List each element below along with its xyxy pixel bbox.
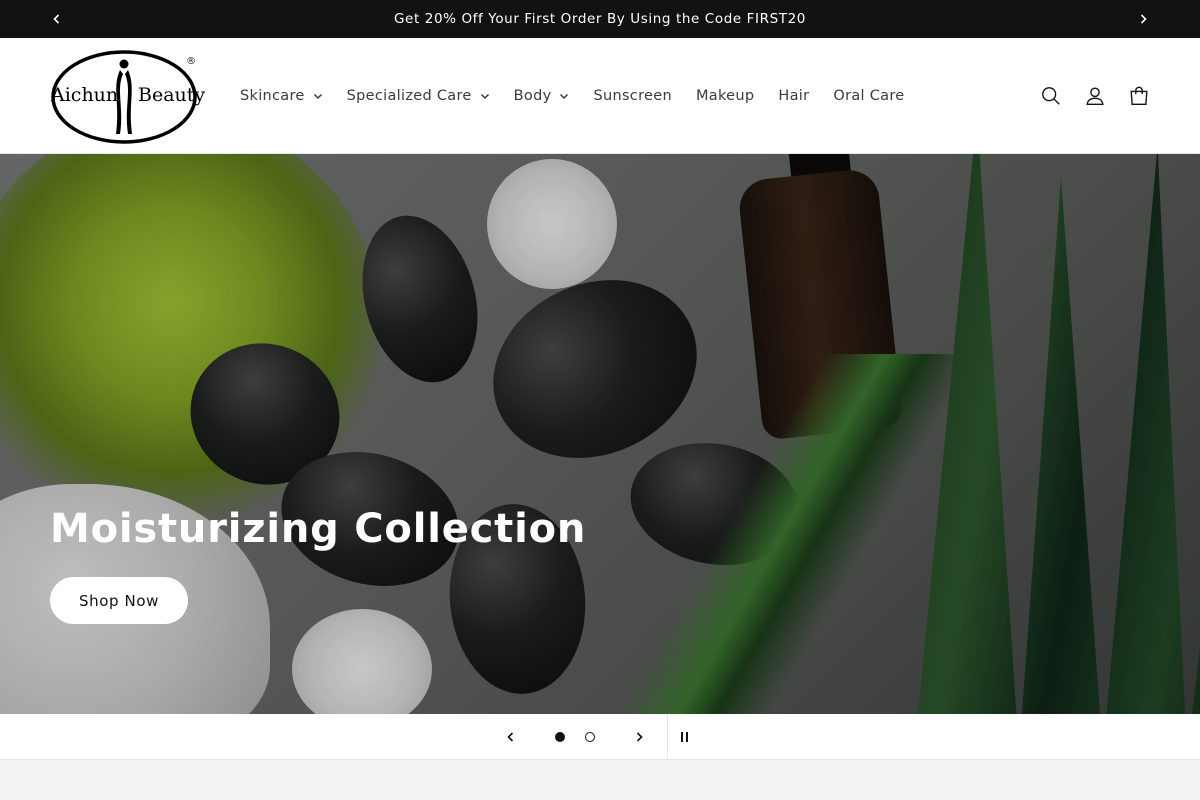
pause-icon (685, 732, 688, 742)
account-icon (1086, 87, 1104, 105)
nav-item-label: Sunscreen (593, 88, 672, 104)
nav-item-label: Oral Care (833, 88, 905, 104)
pause-slideshow-button[interactable] (670, 714, 698, 760)
chevron-down-icon (313, 93, 322, 100)
hero-title: Moisturizing Collection (50, 506, 587, 552)
chevron-down-icon (560, 93, 569, 100)
nav-item-specialized-care[interactable]: Specialized Care (335, 88, 502, 104)
announcement-prev-button[interactable] (42, 0, 72, 38)
chevron-left-icon (507, 732, 514, 742)
nav-item-label: Specialized Care (346, 88, 472, 104)
chevron-down-icon (480, 93, 489, 100)
header-actions (1036, 38, 1154, 154)
announcement-bar: Get 20% Off Your First Order By Using th… (0, 0, 1200, 38)
logo-word-right: Beauty (138, 84, 206, 106)
site-header: Aichun Beauty ® Skincare Specialized Car… (0, 38, 1200, 154)
logo-registered-mark: ® (186, 56, 196, 67)
chevron-left-icon (53, 14, 60, 24)
cart-button[interactable] (1124, 81, 1154, 111)
previous-slide-button[interactable] (496, 714, 526, 760)
next-section (0, 760, 1200, 800)
nav-item-label: Body (513, 88, 552, 104)
nav-item-skincare[interactable]: Skincare (228, 88, 335, 104)
nav-item-hair[interactable]: Hair (766, 88, 821, 104)
announcement-text[interactable]: Get 20% Off Your First Order By Using th… (394, 11, 806, 27)
controls-divider (667, 714, 668, 760)
main-nav: Skincare Specialized Care Body Sunscreen… (228, 38, 917, 154)
next-slide-button[interactable] (624, 714, 654, 760)
shop-now-button[interactable]: Shop Now (50, 577, 188, 624)
nav-item-oral-care[interactable]: Oral Care (821, 88, 916, 104)
announcement-next-button[interactable] (1128, 0, 1158, 38)
brand-logo[interactable]: Aichun Beauty ® (50, 48, 205, 146)
search-icon (1042, 87, 1060, 105)
account-button[interactable] (1080, 81, 1110, 111)
nav-item-sunscreen[interactable]: Sunscreen (581, 88, 684, 104)
logo-word-left: Aichun (51, 84, 119, 106)
slide-dot-1[interactable] (555, 732, 565, 742)
nav-item-label: Hair (778, 88, 810, 104)
nav-item-body[interactable]: Body (502, 88, 582, 104)
slide-dot-2[interactable] (585, 732, 595, 742)
hero-slideshow: Moisturizing Collection Shop Now (0, 154, 1200, 714)
chevron-right-icon (1140, 14, 1147, 24)
chevron-right-icon (636, 732, 643, 742)
hero-overlay (0, 154, 1200, 714)
search-button[interactable] (1036, 81, 1066, 111)
cart-icon (1130, 86, 1148, 105)
nav-item-label: Skincare (240, 88, 305, 104)
pause-icon (680, 732, 683, 742)
nav-item-makeup[interactable]: Makeup (684, 88, 766, 104)
slideshow-controls (0, 714, 1200, 760)
nav-item-label: Makeup (695, 88, 755, 104)
